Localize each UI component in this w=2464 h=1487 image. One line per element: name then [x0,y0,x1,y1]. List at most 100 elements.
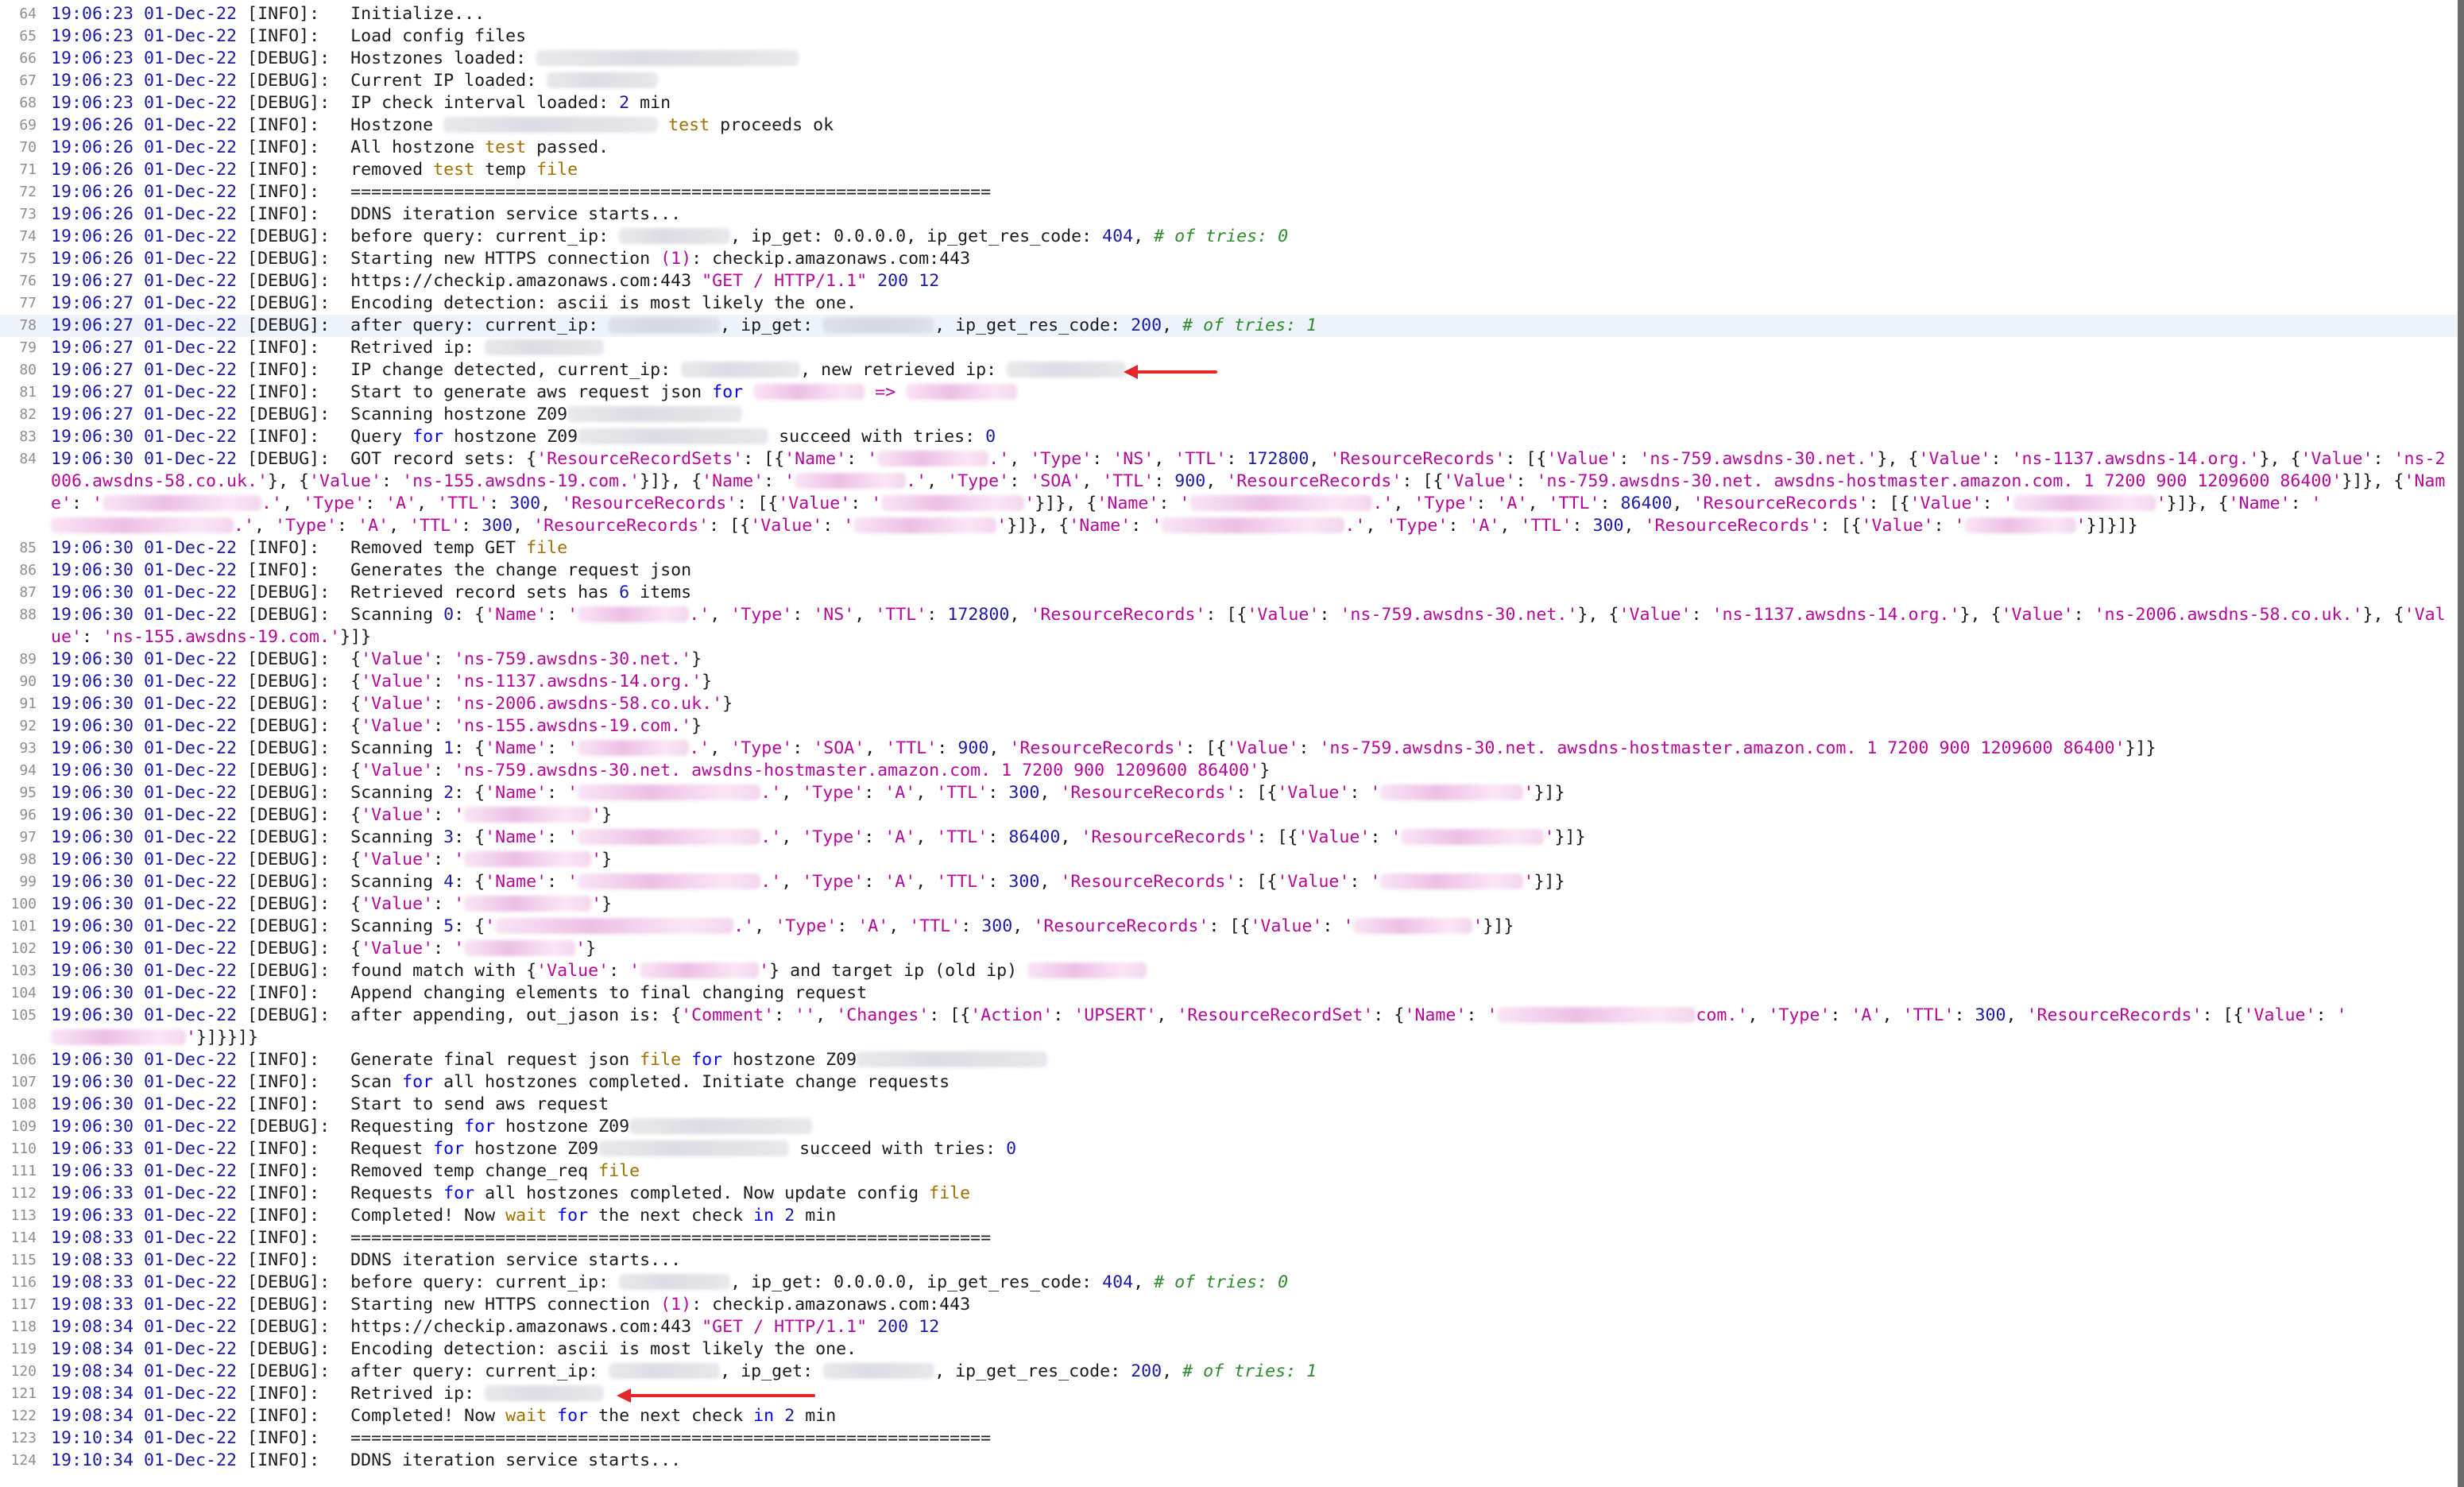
log-text[interactable]: 19:06:27 01-Dec-22 [DEBUG]: Scanning hos… [51,404,2446,426]
log-text[interactable]: 19:06:30 01-Dec-22 [DEBUG]: {'Value': ' '… [51,804,2446,827]
log-text[interactable]: 19:06:30 01-Dec-22 [DEBUG]: Requesting f… [51,1116,2446,1138]
string-token: 'NS' [813,605,855,625]
log-text[interactable]: 19:08:33 01-Dec-22 [DEBUG]: before query… [51,1272,2446,1294]
log-text[interactable]: 19:06:30 01-Dec-22 [INFO]: Start to send… [51,1094,2446,1116]
log-text[interactable]: 19:06:33 01-Dec-22 [INFO]: Request for h… [51,1138,2446,1160]
number-token: 6 [619,583,630,602]
log-text[interactable]: 19:06:26 01-Dec-22 [INFO]: =============… [51,181,2446,203]
log-text[interactable]: 19:06:23 01-Dec-22 [DEBUG]: Current IP l… [51,70,2446,92]
log-text[interactable]: 19:06:30 01-Dec-22 [INFO]: Generates the… [51,560,2446,582]
log-text[interactable]: 19:06:26 01-Dec-22 [DEBUG]: before query… [51,226,2446,248]
log-text[interactable]: 19:08:34 01-Dec-22 [INFO]: Retrived ip: [51,1383,2446,1405]
log-date: 01-Dec-22 [144,427,238,447]
log-text[interactable]: 19:06:23 01-Dec-22 [DEBUG]: Hostzones lo… [51,48,2446,70]
log-level: INFO [257,1050,300,1070]
log-text[interactable]: 19:08:33 01-Dec-22 [INFO]: =============… [51,1227,2446,1249]
log-text[interactable]: 19:10:34 01-Dec-22 [INFO]: DDNS iteratio… [51,1450,2446,1472]
log-text[interactable]: 19:08:33 01-Dec-22 [DEBUG]: Starting new… [51,1294,2446,1316]
log-text[interactable]: 19:06:30 01-Dec-22 [DEBUG]: after append… [51,1005,2446,1049]
builtin-token: file [526,538,568,558]
text-token: : [764,471,785,491]
log-text[interactable]: 19:06:33 01-Dec-22 [INFO]: Completed! No… [51,1205,2446,1227]
log-text[interactable]: 19:06:30 01-Dec-22 [INFO]: Generate fina… [51,1049,2446,1071]
log-text[interactable]: 19:08:34 01-Dec-22 [INFO]: Completed! No… [51,1405,2446,1427]
string-token: 'Name' [485,783,547,803]
text-token: , [1009,449,1031,469]
log-text[interactable]: 19:06:30 01-Dec-22 [DEBUG]: {'Value': 'n… [51,760,2446,782]
log-date: 01-Dec-22 [144,1228,238,1248]
log-text[interactable]: 19:06:30 01-Dec-22 [INFO]: Scan for all … [51,1071,2446,1094]
text-token: : { [454,872,485,892]
string-token: 'ResourceRecords' [1081,827,1257,847]
string-token: 'Type' [1414,494,1476,513]
text-token: removed [350,160,434,180]
log-text[interactable]: 19:06:30 01-Dec-22 [DEBUG]: Scanning 1: … [51,738,2446,760]
log-text[interactable]: 19:06:30 01-Dec-22 [DEBUG]: {'Value': 'n… [51,715,2446,738]
log-text[interactable]: 19:06:30 01-Dec-22 [DEBUG]: {'Value': 'n… [51,693,2446,715]
log-editor[interactable]: 6 4 19:06:23 01-Dec-22 [INFO]: Initialize.… [0,0,2457,1487]
log-text[interactable]: 19:06:27 01-Dec-22 [INFO]: Start to gene… [51,381,2446,404]
log-line: 88 19:06:30 01-Dec-22 [DEBUG]: Scanning 0… [0,604,2457,649]
string-token: 'Name' [485,827,547,847]
log-text[interactable]: 19:06:26 01-Dec-22 [INFO]: Hostzone test… [51,114,2446,137]
log-text[interactable]: 19:06:23 01-Dec-22 [INFO]: Load config f… [51,25,2446,48]
log-text[interactable]: 19:06:26 01-Dec-22 [DEBUG]: Starting new… [51,248,2446,270]
log-text[interactable]: 19:06:30 01-Dec-22 [DEBUG]: {'Value': ' '… [51,938,2446,960]
log-text[interactable]: 19:06:26 01-Dec-22 [INFO]: All hostzone … [51,137,2446,159]
log-text[interactable]: 19:06:27 01-Dec-22 [DEBUG]: https://chec… [51,270,2446,292]
log-text[interactable]: 19:06:30 01-Dec-22 [DEBUG]: Scanning 0: … [51,604,2446,649]
log-date: 01-Dec-22 [144,583,238,602]
log-text[interactable]: 19:08:33 01-Dec-22 [INFO]: DDNS iteratio… [51,1249,2446,1272]
log-text[interactable]: 19:06:27 01-Dec-22 [DEBUG]: Encoding det… [51,292,2446,315]
log-text[interactable]: 19:08:34 01-Dec-22 [DEBUG]: after query:… [51,1361,2446,1383]
log-text[interactable]: 19:06:23 01-Dec-22 [DEBUG]: IP check int… [51,92,2446,114]
log-text[interactable]: 19:10:34 01-Dec-22 [INFO]: =============… [51,1427,2446,1450]
text-token: , [1747,1005,1769,1025]
log-date: 01-Dec-22 [144,605,238,625]
text-token: DDNS iteration service starts... [350,1450,682,1470]
log-text[interactable]: 19:06:27 01-Dec-22 [INFO]: IP change det… [51,359,2446,381]
redacted-value [1353,918,1473,934]
log-date: 01-Dec-22 [144,672,238,691]
log-text[interactable]: 19:06:33 01-Dec-22 [INFO]: Removed temp … [51,1160,2446,1183]
log-text[interactable]: 19:06:30 01-Dec-22 [INFO]: Removed temp … [51,537,2446,560]
log-text[interactable]: 19:08:34 01-Dec-22 [DEBUG]: https://chec… [51,1316,2446,1338]
log-date: 01-Dec-22 [144,1005,238,1025]
log-level: INFO [257,1450,300,1470]
log-text[interactable]: 19:06:30 01-Dec-22 [DEBUG]: Scanning 3: … [51,827,2446,849]
log-text[interactable]: 19:06:30 01-Dec-22 [DEBUG]: Scanning 4: … [51,871,2446,893]
log-text[interactable]: 19:06:30 01-Dec-22 [DEBUG]: {'Value': ' '… [51,893,2446,916]
log-text[interactable]: 19:06:26 01-Dec-22 [INFO]: removed test … [51,159,2446,181]
text-token: : [{ [1185,738,1227,758]
log-text[interactable]: 19:08:34 01-Dec-22 [DEBUG]: Encoding det… [51,1338,2446,1361]
number-token: 4 [443,872,455,892]
log-text[interactable]: 19:06:30 01-Dec-22 [DEBUG]: {'Value': 'n… [51,671,2446,693]
log-text[interactable]: 19:06:30 01-Dec-22 [DEBUG]: Retrieved re… [51,582,2446,604]
line-number: 80 [19,362,37,378]
log-text[interactable]: 19:06:26 01-Dec-22 [INFO]: DDNS iteratio… [51,203,2446,226]
timestamp: 19:06:30 [51,1094,134,1114]
log-text[interactable]: 19:06:33 01-Dec-22 [INFO]: Requests for … [51,1183,2446,1205]
log-date: 01-Dec-22 [144,1295,238,1315]
log-text[interactable]: 19:06:30 01-Dec-22 [INFO]: Append changi… [51,982,2446,1005]
text-token: Completed! Now [350,1406,506,1426]
string-token: 'ResourceRecords' [1060,872,1236,892]
log-text[interactable]: 19:06:30 01-Dec-22 [INFO]: Query for hos… [51,426,2446,448]
string-token: 'ns-1137.awsdns-14.org.' [1712,605,1960,625]
log-text[interactable]: 19:06:23 01-Dec-22 [INFO]: Initialize... [51,3,2446,25]
string-token: 'TTL' [1174,449,1227,469]
log-text[interactable]: 19:06:30 01-Dec-22 [DEBUG]: found match … [51,960,2446,982]
text-token: : [1298,738,1320,758]
log-level: DEBUG [257,783,310,803]
timestamp: 19:06:23 [51,4,134,24]
comment-token: # of tries: 1 [1182,1361,1317,1381]
log-text[interactable]: 19:06:30 01-Dec-22 [DEBUG]: {'Value': 'n… [51,649,2446,671]
text-token: : [1349,783,1371,803]
text-token: Scanning [350,738,444,758]
log-text[interactable]: 19:06:27 01-Dec-22 [INFO]: Retrived ip: [51,337,2446,359]
log-text[interactable]: 19:06:30 01-Dec-22 [DEBUG]: GOT record s… [51,448,2446,537]
log-text[interactable]: 19:06:30 01-Dec-22 [DEBUG]: Scanning 5: … [51,916,2446,938]
log-text[interactable]: 19:06:27 01-Dec-22 [DEBUG]: after query:… [51,315,2446,337]
log-text[interactable]: 19:06:30 01-Dec-22 [DEBUG]: Scanning 2: … [51,782,2446,804]
log-text[interactable]: 19:06:30 01-Dec-22 [DEBUG]: {'Value': ' '… [51,849,2446,871]
